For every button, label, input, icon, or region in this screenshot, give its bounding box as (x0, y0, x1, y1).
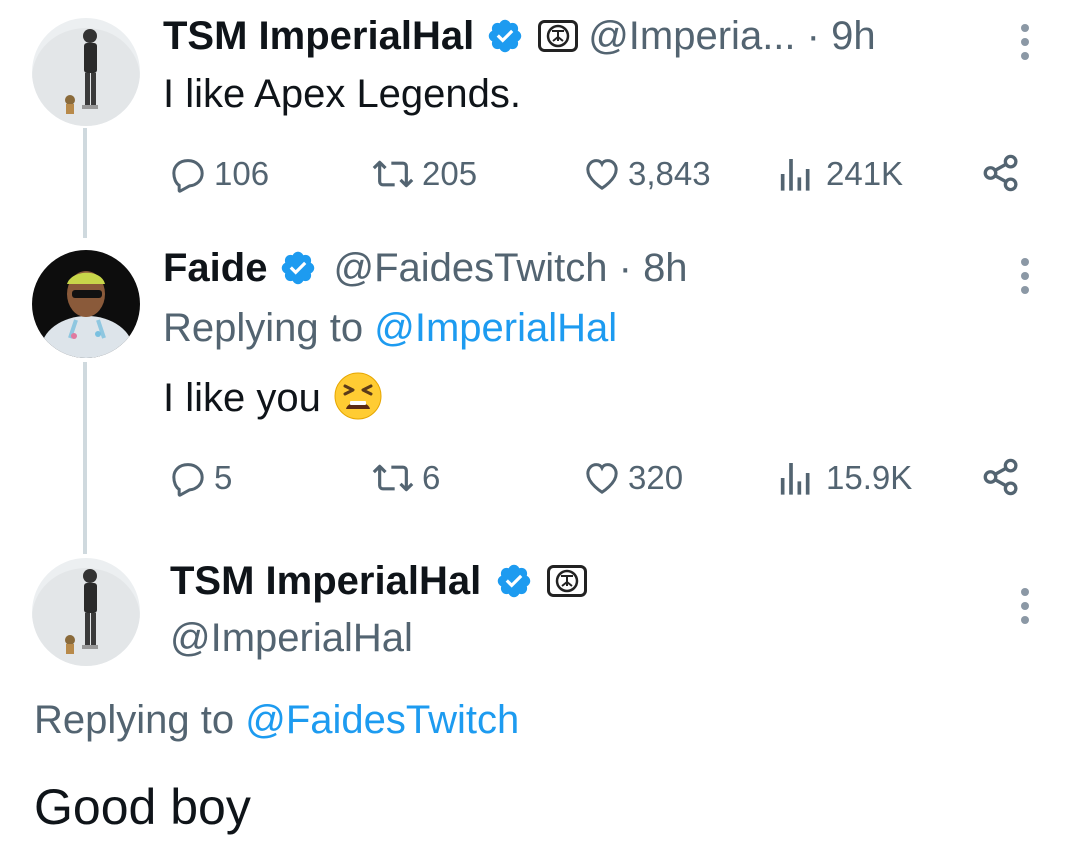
reply-button[interactable]: 5 (168, 458, 232, 498)
tweet-header: Faide @FaidesTwitch · 8h (163, 244, 688, 292)
display-name[interactable]: TSM ImperialHal (163, 14, 474, 59)
avatar[interactable] (32, 18, 140, 126)
reply-button[interactable]: 106 (168, 154, 269, 194)
avatar[interactable] (32, 250, 140, 358)
verified-badge-icon (495, 562, 533, 600)
timestamp[interactable]: 9h (831, 14, 876, 59)
avatar[interactable] (32, 558, 140, 666)
views-count: 15.9K (826, 459, 913, 496)
separator: · (607, 245, 644, 290)
display-name[interactable]: Faide (163, 246, 267, 291)
like-count: 320 (628, 459, 684, 496)
views-button[interactable]: 241K (778, 154, 903, 194)
like-count: 3,843 (628, 155, 711, 192)
views-button[interactable]: 15.9K (778, 458, 912, 498)
reply-icon (172, 159, 204, 193)
tsm-logo-icon (538, 20, 579, 52)
more-icon[interactable] (1020, 24, 1030, 66)
verified-badge-icon (279, 249, 317, 287)
views-icon (780, 159, 810, 191)
tweet-text-row: I like you (163, 372, 383, 424)
tweet-text: I like Apex Legends. (163, 72, 522, 116)
like-button[interactable]: 320 (582, 458, 683, 498)
tweet-header: TSM ImperialHal @Imperia... · 9h (163, 12, 876, 60)
mention-link[interactable]: @FaidesTwitch (245, 698, 519, 742)
like-icon (586, 159, 618, 190)
tired-face-emoji (333, 371, 383, 426)
reply-count: 5 (214, 459, 233, 496)
timestamp[interactable]: 8h (643, 246, 688, 291)
display-name[interactable]: TSM ImperialHal (170, 559, 481, 604)
more-icon[interactable] (1020, 258, 1030, 300)
views-count: 241K (826, 155, 904, 192)
tweet-header: TSM ImperialHal (170, 556, 588, 606)
retweet-count: 205 (422, 155, 478, 192)
share-icon[interactable] (980, 456, 1022, 503)
share-icon[interactable] (980, 152, 1022, 199)
replying-to: Replying to @ImperialHal (163, 306, 617, 351)
handle[interactable]: @ImperialHal (170, 616, 413, 661)
replying-to: Replying to @FaidesTwitch (34, 698, 519, 743)
retweet-icon (372, 160, 414, 188)
like-icon (586, 463, 618, 494)
tweet-text: Good boy (34, 779, 251, 835)
verified-badge-icon (486, 17, 524, 55)
separator: · (795, 13, 832, 58)
tsm-logo-icon (547, 565, 588, 597)
more-icon[interactable] (1020, 588, 1030, 630)
thread-line (83, 128, 87, 238)
replying-prefix: Replying to (34, 698, 246, 742)
retweet-button[interactable]: 205 (370, 154, 477, 194)
mention-link[interactable]: @ImperialHal (374, 306, 617, 350)
reply-count: 106 (214, 155, 270, 192)
handle[interactable]: @FaidesTwitch (333, 246, 607, 291)
retweet-icon (372, 464, 414, 492)
retweet-button[interactable]: 6 (370, 458, 440, 498)
replying-prefix: Replying to (163, 306, 375, 350)
thread-line (83, 362, 87, 554)
reply-icon (172, 463, 204, 497)
retweet-count: 6 (422, 459, 441, 496)
like-button[interactable]: 3,843 (582, 154, 711, 194)
views-icon (780, 463, 810, 495)
handle[interactable]: @Imperia... (588, 14, 795, 59)
tweet-text: I like you (163, 375, 321, 420)
